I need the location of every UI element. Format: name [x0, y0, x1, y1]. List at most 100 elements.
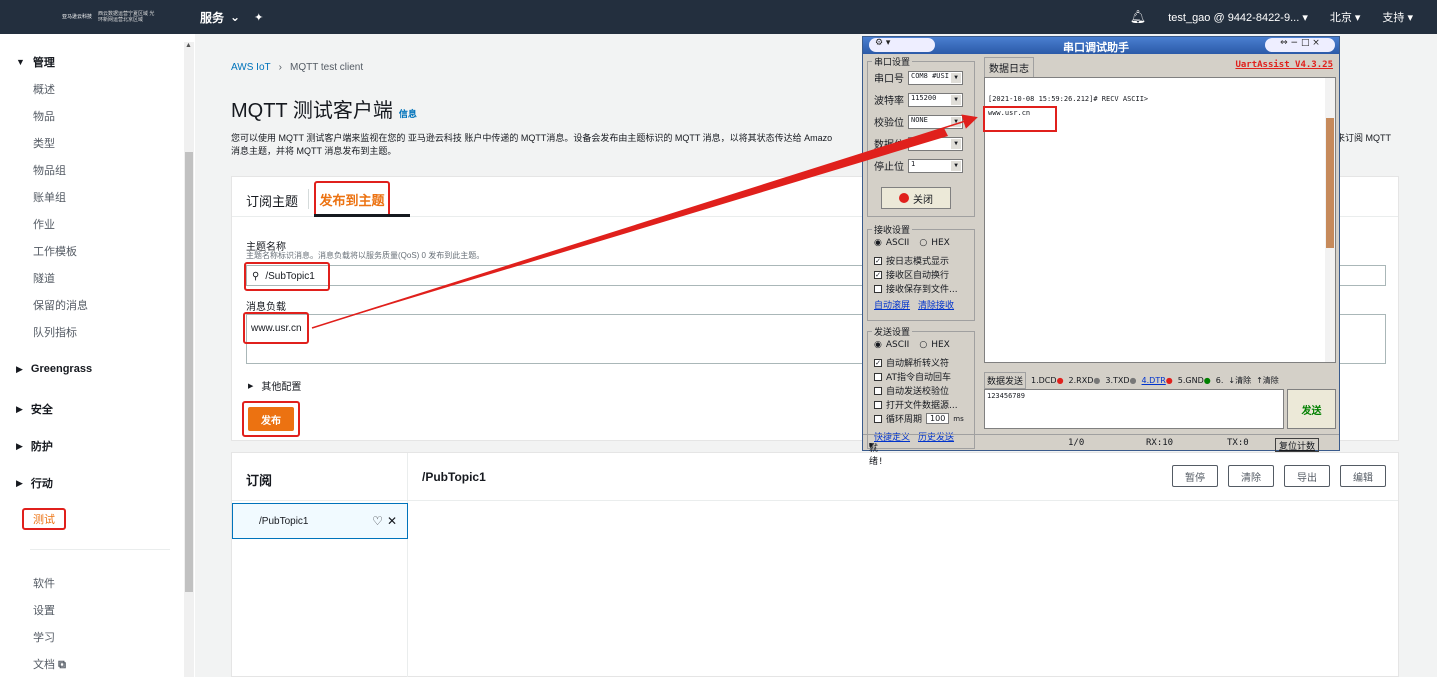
sidebar-group-greengrass[interactable]: ▶ Greengrass: [16, 363, 92, 375]
sidebar-group-label: Greengrass: [30, 363, 93, 375]
reset-count-button[interactable]: 复位计数: [1275, 438, 1320, 452]
publish-button[interactable]: 发布: [248, 407, 294, 431]
window-menu-icon[interactable]: ⚙ ▾: [869, 38, 935, 52]
parity-row: 校验位 NONE ▼: [874, 114, 963, 129]
log-scrollbar[interactable]: [1325, 78, 1335, 362]
sidebar-item-billing-groups[interactable]: 账单组: [33, 189, 66, 205]
export-button[interactable]: 导出: [1284, 465, 1330, 487]
clear-send-button[interactable]: ↓清除: [1228, 375, 1251, 386]
services-label: 服务: [200, 10, 225, 25]
clear-recv-button[interactable]: ↑清除: [1256, 375, 1279, 386]
tab-subscribe[interactable]: 订阅主题: [246, 191, 298, 210]
caret-right-icon: ▶: [16, 403, 23, 414]
sidebar-item-retained-messages[interactable]: 保留的消息: [33, 297, 88, 313]
sidebar-item-jobs[interactable]: 作业: [33, 216, 55, 232]
sidebar-group-label: 安全: [30, 404, 53, 416]
pin-icon[interactable]: ✦: [254, 11, 263, 24]
window-controls[interactable]: ⇔ − □ ×: [1265, 38, 1335, 52]
sidebar-item-overview[interactable]: 概述: [33, 81, 55, 97]
sidebar-item-queue-metrics[interactable]: 队列指标: [33, 324, 77, 340]
scroll-up-icon[interactable]: ▲: [185, 42, 192, 49]
top-nav-bar: 亚马逊云科技 西云数据运营宁夏区域 光环新网运营北京区域 服务 ⌄ ✦ 🔔︎ te…: [0, 0, 1437, 34]
option-label: 接收区自动换行: [886, 271, 950, 281]
heart-icon[interactable]: ♡: [372, 514, 383, 528]
aws-logo[interactable]: 亚马逊云科技 西云数据运营宁夏区域 光环新网运营北京区域: [62, 11, 158, 23]
send-escape-option[interactable]: ✓ 自动解析转义符: [874, 356, 949, 369]
pause-button[interactable]: 暂停: [1172, 465, 1218, 487]
sidebar-item-software[interactable]: 软件: [33, 575, 55, 591]
sidebar-scrollbar[interactable]: ▲: [184, 42, 194, 677]
send-tab[interactable]: 数据发送: [984, 371, 1027, 389]
receive-log-area[interactable]: [2021-10-08 15:59:26.212]# RECV ASCII> w…: [983, 77, 1336, 363]
stopbits-label: 停止位: [874, 162, 904, 173]
close-port-button[interactable]: 关闭: [881, 187, 951, 209]
receive-settings-group: 接收设置 ◉ ASCII ○ HEX ✓ 按日志模式显示 ✓ 接收区自动换行 接收保存到文…: [867, 223, 975, 321]
log-tab[interactable]: 数据日志: [984, 57, 1034, 77]
payload-value[interactable]: www.usr.cn: [243, 312, 309, 344]
bell-icon[interactable]: 🔔︎: [1130, 9, 1147, 25]
sidebar-item-docs[interactable]: 文档 ⧉: [33, 656, 66, 672]
scrollbar-thumb[interactable]: [1326, 118, 1334, 248]
sidebar-item-job-templates[interactable]: 工作模板: [33, 243, 77, 259]
radio-checked-icon[interactable]: ◉: [874, 238, 882, 248]
sidebar-group-manage[interactable]: ▼ 管理: [16, 54, 55, 70]
sidebar-divider: [30, 549, 170, 550]
sidebar-item-things[interactable]: 物品: [33, 108, 55, 124]
cycle-input[interactable]: 100: [926, 413, 950, 424]
port-select[interactable]: COM8 #USI ▼: [908, 70, 963, 85]
recv-save-option[interactable]: 接收保存到文件...: [874, 282, 958, 295]
publish-button-highlight: 发布: [242, 401, 300, 437]
send-textarea[interactable]: 123456789: [984, 389, 1284, 429]
baud-select[interactable]: 115200 ▼: [908, 92, 963, 107]
send-button[interactable]: 发送: [1287, 389, 1336, 429]
services-menu[interactable]: 服务 ⌄: [200, 9, 240, 26]
send-cycle-option[interactable]: 循环周期 100 ms: [874, 412, 964, 425]
sidebar-group-security[interactable]: ▶ 安全: [16, 401, 53, 417]
account-menu[interactable]: test_gao @ 9442-8422-9... ▾: [1168, 11, 1308, 24]
sidebar-item-learn[interactable]: 学习: [33, 629, 55, 645]
send-toolbar: 数据发送 1.DCD● 2.RXD● 3.TXD● 4.DTR● 5.GND● …: [984, 371, 1336, 389]
clear-recv-link[interactable]: 清除接收: [918, 298, 954, 311]
parity-select[interactable]: NONE ▼: [908, 114, 963, 129]
other-config-toggle[interactable]: ▶ 其他配置: [248, 378, 301, 393]
stopbits-select[interactable]: 1 ▼: [908, 158, 963, 173]
radio-icon[interactable]: ○: [919, 340, 927, 350]
clear-button[interactable]: 清除: [1228, 465, 1274, 487]
close-icon[interactable]: ✕: [387, 514, 397, 528]
tab-separator: [308, 189, 309, 209]
info-link[interactable]: 信息: [399, 107, 417, 120]
breadcrumb-root-link[interactable]: AWS IoT: [231, 62, 271, 73]
auto-scroll-link[interactable]: 自动滚屏: [874, 298, 910, 311]
sidebar-item-thing-groups[interactable]: 物品组: [33, 162, 66, 178]
sidebar-item-tunnels[interactable]: 隧道: [33, 270, 55, 286]
pin-dtr[interactable]: 4.DTR●: [1142, 376, 1173, 385]
recv-hex-label: HEX: [931, 238, 950, 248]
region-menu[interactable]: 北京 ▾: [1330, 9, 1361, 25]
radio-checked-icon[interactable]: ◉: [874, 340, 882, 350]
topic-name-value[interactable]: ⚲ /SubTopic1: [244, 262, 330, 291]
databits-select[interactable]: 8 ▼: [908, 136, 963, 151]
sidebar-group-act[interactable]: ▶ 行动: [16, 475, 53, 491]
recv-log-mode-option[interactable]: ✓ 按日志模式显示: [874, 254, 949, 267]
tx-count: TX:0: [1227, 438, 1249, 448]
pin-txd: 3.TXD●: [1105, 376, 1136, 385]
version-link[interactable]: UartAssist V4.3.25: [1235, 60, 1333, 70]
sidebar-group-defend[interactable]: ▶ 防护: [16, 438, 53, 454]
port-status-icon: [899, 193, 909, 203]
sidebar-group-label: 管理: [32, 57, 55, 69]
edit-button[interactable]: 编辑: [1340, 465, 1386, 487]
sidebar-item-settings[interactable]: 设置: [33, 602, 55, 618]
sidebar-item-test[interactable]: 测试: [22, 508, 66, 530]
window-title-bar[interactable]: ⚙ ▾ 串口调试助手 ⇔ − □ ×: [863, 37, 1339, 54]
radio-icon[interactable]: ○: [919, 238, 927, 248]
subscription-item[interactable]: /PubTopic1 ♡ ✕: [232, 503, 408, 539]
tab-publish[interactable]: 发布到主题: [314, 181, 390, 217]
sidebar-item-types[interactable]: 类型: [33, 135, 55, 151]
scrollbar-thumb[interactable]: [185, 152, 193, 592]
recv-wrap-option[interactable]: ✓ 接收区自动换行: [874, 268, 949, 281]
send-checksum-option[interactable]: 自动发送校验位: [874, 384, 949, 397]
send-at-option[interactable]: AT指令自动回车: [874, 370, 951, 383]
support-menu[interactable]: 支持 ▾: [1382, 9, 1413, 25]
send-file-option[interactable]: 打开文件数据源...: [874, 398, 958, 411]
account-label: test_gao @ 9442-8422-9...: [1168, 11, 1300, 24]
